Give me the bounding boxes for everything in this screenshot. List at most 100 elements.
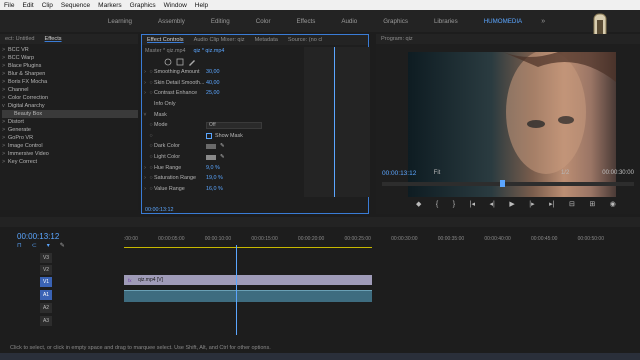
resolution-dropdown[interactable]: 1/2 — [561, 170, 585, 176]
marker-icon[interactable]: ◆ — [416, 200, 421, 208]
step-back-icon[interactable]: ◂| — [489, 200, 494, 208]
step-forward-icon[interactable]: |▸ — [529, 200, 534, 208]
track-a2: A2 — [0, 303, 640, 315]
ws-humomedia[interactable]: HUMOMEDIA — [471, 18, 536, 25]
effects-item-beauty-box[interactable]: Beauty Box — [2, 110, 138, 118]
eyedropper-icon[interactable]: ✎ — [220, 143, 225, 149]
effects-item[interactable]: > GoPro VR — [2, 134, 138, 142]
timeline-timecode[interactable]: 00:00:13:12 — [17, 232, 59, 241]
menu-file[interactable]: File — [0, 2, 18, 9]
ellipse-mask-icon[interactable] — [164, 58, 172, 66]
add-marker-icon[interactable]: ▾ — [47, 242, 50, 250]
effects-item[interactable]: > Color Correction — [2, 94, 138, 102]
effects-item[interactable]: > Channel — [2, 86, 138, 94]
fit-dropdown[interactable]: Fit — [434, 170, 464, 176]
menu-markers[interactable]: Markers — [94, 2, 125, 9]
tab-audio-clip-mixer[interactable]: Audio Clip Mixer: qiz — [189, 37, 250, 43]
tab-source[interactable]: Source: (no cl — [283, 37, 328, 43]
work-area-bar[interactable] — [124, 247, 372, 248]
menu-graphics[interactable]: Graphics — [126, 2, 160, 9]
param-value[interactable]: 40,00 — [206, 80, 256, 86]
rectangle-mask-icon[interactable] — [176, 58, 184, 66]
workspaces-more-button[interactable]: » — [541, 18, 545, 25]
menu-sequence[interactable]: Sequence — [57, 2, 94, 9]
effects-item[interactable]: > Immersive Video — [2, 150, 138, 158]
track-label[interactable]: V3 — [40, 253, 52, 263]
tab-effect-controls[interactable]: Effect Controls — [142, 37, 189, 43]
mark-in-icon[interactable]: { — [436, 201, 438, 208]
program-scrubber-handle[interactable] — [500, 180, 505, 187]
light-color-swatch[interactable] — [206, 154, 216, 160]
ws-color[interactable]: Color — [243, 18, 284, 25]
wrench-icon[interactable]: ✎ — [60, 242, 65, 250]
linked-selection-icon[interactable]: ⊂ — [32, 242, 37, 250]
ruler-tick: 00:00:15:00 — [251, 236, 278, 242]
ws-effects[interactable]: Effects — [284, 18, 329, 25]
effects-item[interactable]: > Distort — [2, 118, 138, 126]
program-timecode[interactable]: 00:00:13:12 — [382, 170, 416, 177]
track-label[interactable]: V1 — [40, 277, 52, 287]
program-scrubber[interactable] — [382, 180, 634, 187]
ws-learning[interactable]: Learning — [95, 18, 145, 25]
timeline-playhead[interactable] — [236, 245, 237, 335]
effects-item[interactable]: > Key Correct — [2, 158, 138, 166]
param-value[interactable]: 25,00 — [206, 90, 256, 96]
ws-assembly[interactable]: Assembly — [145, 18, 198, 25]
pen-mask-icon[interactable] — [188, 58, 196, 66]
effect-controls-mini-timeline[interactable] — [304, 47, 370, 197]
chevron-down-icon[interactable]: ˅ — [142, 112, 148, 118]
master-clip-label[interactable]: Master * qiz.mp4 — [145, 48, 185, 54]
menu-clip[interactable]: Clip — [38, 2, 57, 9]
track-label[interactable]: A3 — [40, 316, 52, 326]
effects-item[interactable]: > BCC VR — [2, 46, 138, 54]
timeline-ruler[interactable]: :00:00 00:00:05:00 00:00:10:00 00:00:15:… — [124, 236, 640, 248]
track-label[interactable]: A1 — [40, 290, 52, 300]
track-label[interactable]: A2 — [40, 303, 52, 313]
dark-color-swatch[interactable] — [206, 143, 216, 149]
track-label[interactable]: V2 — [40, 265, 52, 275]
effects-item[interactable]: > Blace Plugins — [2, 62, 138, 70]
effects-item[interactable]: v Digital Anarchy — [2, 102, 138, 110]
menu-window[interactable]: Window — [160, 2, 191, 9]
audio-clip[interactable] — [124, 290, 372, 302]
video-clip[interactable]: fx qiz.mp4 [V] — [124, 275, 372, 285]
stopwatch-icon[interactable]: ○ — [148, 133, 154, 139]
ws-audio[interactable]: Audio — [328, 18, 370, 25]
eyedropper-icon[interactable]: ✎ — [220, 154, 225, 160]
param-name: Dark Color — [154, 143, 180, 150]
show-mask-label: Show Mask — [215, 132, 243, 139]
tab-effects[interactable]: Effects — [40, 36, 67, 42]
menu-help[interactable]: Help — [191, 2, 212, 9]
export-frame-icon[interactable]: ◉ — [610, 200, 616, 208]
param-value[interactable]: 16,0 % — [206, 186, 256, 192]
program-title[interactable]: Program: qiz — [376, 36, 418, 42]
effects-item[interactable]: > Blur & Sharpen — [2, 70, 138, 78]
effects-item[interactable]: > Generate — [2, 126, 138, 134]
mode-dropdown[interactable]: Off — [206, 121, 262, 129]
param-value[interactable]: 30,00 — [206, 69, 256, 75]
extract-icon[interactable]: ⊞ — [589, 200, 595, 208]
tab-metadata[interactable]: Metadata — [250, 37, 283, 43]
effects-item-label: Channel — [8, 87, 29, 93]
ws-graphics[interactable]: Graphics — [370, 18, 421, 25]
param-name: Light Color — [154, 154, 181, 161]
effects-item[interactable]: > Boris FX Mocha — [2, 78, 138, 86]
menu-edit[interactable]: Edit — [18, 2, 37, 9]
ws-editing[interactable]: Editing — [198, 18, 243, 25]
param-value[interactable]: 9,0 % — [206, 165, 256, 171]
effect-controls-timecode[interactable]: 00:00:13:12 — [142, 207, 173, 213]
play-icon[interactable]: ▶ — [509, 200, 514, 208]
mini-playhead[interactable] — [334, 47, 335, 197]
lift-icon[interactable]: ⊟ — [569, 200, 575, 208]
param-value[interactable]: 19,0 % — [206, 175, 256, 181]
go-to-out-icon[interactable]: ▸| — [549, 200, 554, 208]
effects-item[interactable]: > Image Control — [2, 142, 138, 150]
mark-out-icon[interactable]: } — [453, 201, 455, 208]
ws-libraries[interactable]: Libraries — [421, 18, 471, 25]
tab-project[interactable]: ect: Untitled — [0, 36, 40, 42]
sequence-clip-label[interactable]: qiz * qiz.mp4 — [193, 48, 224, 54]
go-to-in-icon[interactable]: |◂ — [470, 200, 475, 208]
snap-icon[interactable]: ⊓ — [17, 242, 22, 250]
effects-item[interactable]: > BCC Warp — [2, 54, 138, 62]
show-mask-checkbox[interactable] — [206, 132, 212, 139]
